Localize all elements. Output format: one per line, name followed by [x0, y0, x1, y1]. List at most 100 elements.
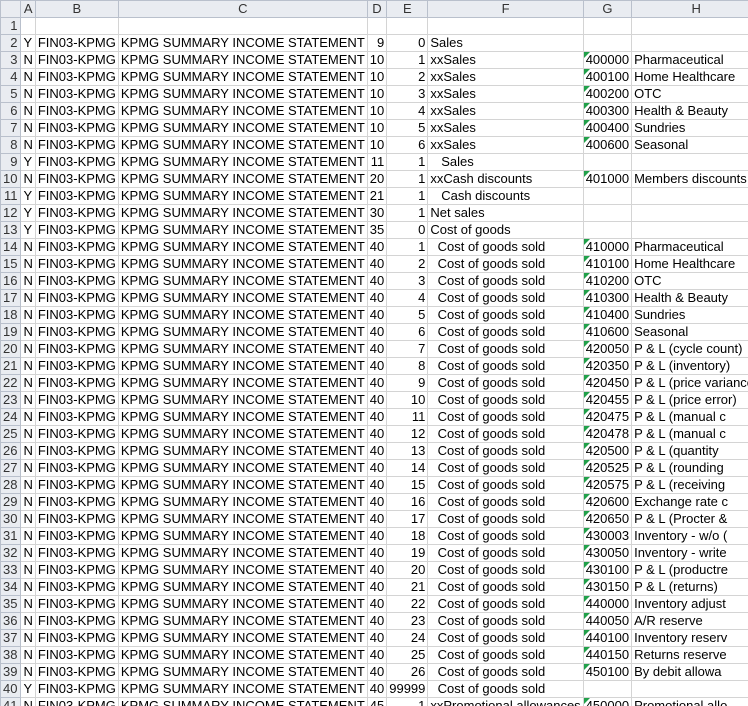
row-header[interactable]: 10	[0, 170, 22, 188]
cell-g[interactable]: 450100	[582, 663, 633, 681]
cell-h[interactable]: Inventory reserv	[631, 629, 748, 647]
cell-h[interactable]: By debit allowa	[631, 663, 748, 681]
cell-b[interactable]: FIN03-KPMG	[34, 51, 119, 69]
cell-d[interactable]: 10	[366, 51, 388, 69]
cell-a[interactable]: N	[20, 85, 36, 103]
cell-b[interactable]: FIN03-KPMG	[34, 204, 119, 222]
cell-c[interactable]: KPMG SUMMARY INCOME STATEMENT	[117, 544, 368, 562]
cell-f[interactable]: Cost of goods sold	[427, 391, 584, 409]
cell-a[interactable]: N	[20, 663, 36, 681]
cell-c[interactable]: KPMG SUMMARY INCOME STATEMENT	[117, 255, 368, 273]
cell-c[interactable]: KPMG SUMMARY INCOME STATEMENT	[117, 629, 368, 647]
cell-c[interactable]: KPMG SUMMARY INCOME STATEMENT	[117, 170, 368, 188]
cell-d[interactable]: 40	[366, 561, 388, 579]
cell-b[interactable]: FIN03-KPMG	[34, 680, 119, 698]
cell-f[interactable]: xxCash discounts	[427, 170, 584, 188]
cell-d[interactable]: 40	[366, 544, 388, 562]
cell-e[interactable]: 2	[386, 255, 429, 273]
cell-e[interactable]: 4	[386, 102, 429, 120]
cell-g[interactable]	[582, 221, 633, 239]
row-header[interactable]: 17	[0, 289, 22, 307]
cell-f[interactable]: Cost of goods sold	[427, 578, 584, 596]
cell-d[interactable]: 40	[366, 459, 388, 477]
cell-a[interactable]: Y	[20, 34, 36, 52]
row-header[interactable]: 26	[0, 442, 22, 460]
cell-f[interactable]: Sales	[427, 34, 584, 52]
cell-g[interactable]: 420500	[582, 442, 633, 460]
cell-g[interactable]: 420525	[582, 459, 633, 477]
cell-a[interactable]: N	[20, 68, 36, 86]
cell-d[interactable]: 40	[366, 391, 388, 409]
column-header-a[interactable]: A	[20, 0, 36, 18]
cell-a[interactable]: N	[20, 238, 36, 256]
cell-f[interactable]: Cost of goods sold	[427, 476, 584, 494]
cell-b[interactable]: FIN03-KPMG	[34, 221, 119, 239]
row-header[interactable]: 12	[0, 204, 22, 222]
cell-f[interactable]: Cost of goods sold	[427, 425, 584, 443]
cell-c[interactable]: KPMG SUMMARY INCOME STATEMENT	[117, 663, 368, 681]
cell-a[interactable]: Y	[20, 153, 36, 171]
row-header[interactable]: 1	[0, 17, 22, 35]
cell-a[interactable]: N	[20, 357, 36, 375]
cell-f[interactable]: Cost of goods sold	[427, 510, 584, 528]
cell-b[interactable]: FIN03-KPMG	[34, 612, 119, 630]
cell-g[interactable]: 410200	[582, 272, 633, 290]
cell-d[interactable]: 40	[366, 493, 388, 511]
cell-g[interactable]	[582, 34, 633, 52]
cell-b[interactable]: FIN03-KPMG	[34, 561, 119, 579]
cell-b[interactable]: FIN03-KPMG	[34, 306, 119, 324]
cell-b[interactable]: FIN03-KPMG	[34, 391, 119, 409]
cell-b[interactable]: FIN03-KPMG	[34, 663, 119, 681]
cell-e[interactable]: 19	[386, 544, 429, 562]
cell-c[interactable]: KPMG SUMMARY INCOME STATEMENT	[117, 459, 368, 477]
cell-c[interactable]: KPMG SUMMARY INCOME STATEMENT	[117, 323, 368, 341]
cell-e[interactable]: 21	[386, 578, 429, 596]
cell-e[interactable]: 1	[386, 153, 429, 171]
row-header[interactable]: 14	[0, 238, 22, 256]
cell-h[interactable]: P & L (rounding	[631, 459, 748, 477]
cell-e[interactable]: 5	[386, 306, 429, 324]
cell-e[interactable]: 8	[386, 357, 429, 375]
cell-e[interactable]: 23	[386, 612, 429, 630]
cell-g[interactable]: 440050	[582, 612, 633, 630]
row-header[interactable]: 29	[0, 493, 22, 511]
cell-c[interactable]: KPMG SUMMARY INCOME STATEMENT	[117, 442, 368, 460]
row-header[interactable]: 23	[0, 391, 22, 409]
cell-g[interactable]: 440100	[582, 629, 633, 647]
row-header[interactable]: 39	[0, 663, 22, 681]
cell-b[interactable]: FIN03-KPMG	[34, 527, 119, 545]
cell-f[interactable]	[427, 17, 584, 35]
cell-g[interactable]: 400300	[582, 102, 633, 120]
cell-h[interactable]: P & L (cycle count)	[631, 340, 748, 358]
cell-b[interactable]	[34, 17, 119, 35]
cell-c[interactable]: KPMG SUMMARY INCOME STATEMENT	[117, 153, 368, 171]
cell-d[interactable]: 40	[366, 425, 388, 443]
row-header[interactable]: 31	[0, 527, 22, 545]
cell-c[interactable]: KPMG SUMMARY INCOME STATEMENT	[117, 340, 368, 358]
cell-b[interactable]: FIN03-KPMG	[34, 442, 119, 460]
cell-h[interactable]: A/R reserve	[631, 612, 748, 630]
cell-c[interactable]: KPMG SUMMARY INCOME STATEMENT	[117, 272, 368, 290]
cell-f[interactable]: Cost of goods sold	[427, 357, 584, 375]
cell-e[interactable]: 7	[386, 340, 429, 358]
row-header[interactable]: 3	[0, 51, 22, 69]
cell-a[interactable]: N	[20, 102, 36, 120]
cell-e[interactable]: 99999	[386, 680, 429, 698]
cell-g[interactable]: 410000	[582, 238, 633, 256]
row-header[interactable]: 5	[0, 85, 22, 103]
cell-g[interactable]: 401000	[582, 170, 633, 188]
row-header[interactable]: 18	[0, 306, 22, 324]
cell-d[interactable]: 40	[366, 306, 388, 324]
cell-e[interactable]: 26	[386, 663, 429, 681]
cell-d[interactable]: 20	[366, 170, 388, 188]
cell-f[interactable]: xxSales	[427, 102, 584, 120]
cell-e[interactable]: 25	[386, 646, 429, 664]
cell-a[interactable]: Y	[20, 187, 36, 205]
cell-h[interactable]: P & L (price variance)	[631, 374, 748, 392]
cell-f[interactable]: Sales	[427, 153, 584, 171]
row-header[interactable]: 6	[0, 102, 22, 120]
cell-d[interactable]: 10	[366, 119, 388, 137]
cell-a[interactable]: N	[20, 374, 36, 392]
cell-h[interactable]: P & L (quantity	[631, 442, 748, 460]
cell-e[interactable]: 22	[386, 595, 429, 613]
